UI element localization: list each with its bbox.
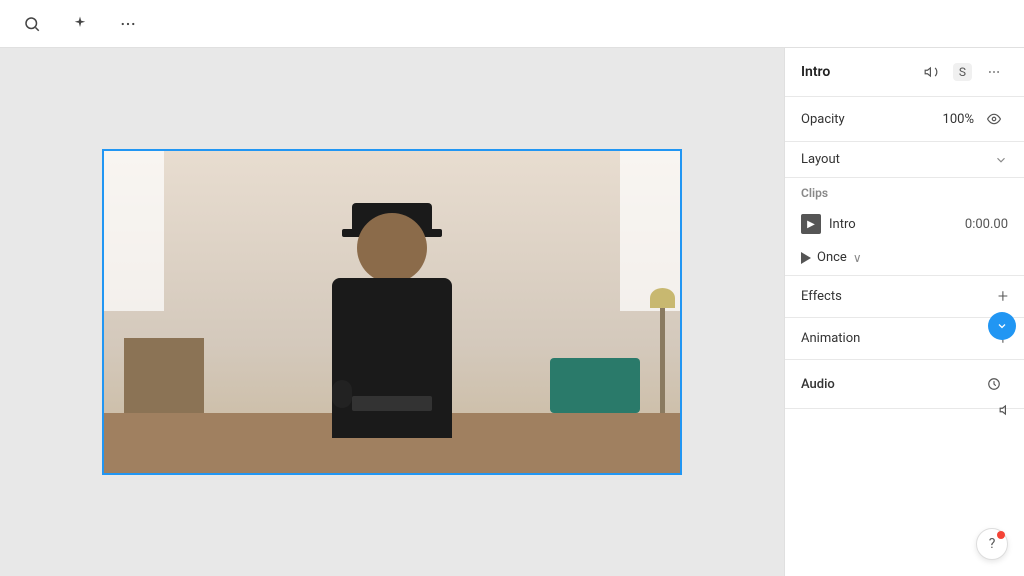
audio-icon[interactable] [917,58,945,86]
opacity-value-group: 100% [943,105,1008,133]
header-icons: S [917,58,1008,86]
intro-title: Intro [801,64,830,80]
play-triangle-icon [801,252,811,264]
audio-volume-icon[interactable] [992,396,1020,424]
help-label: ? [989,536,996,552]
help-button[interactable]: ? [976,528,1008,560]
clip-row[interactable]: ▶ Intro 0:00.00 [785,204,1024,244]
canvas-area [0,48,784,576]
opacity-label: Opacity [801,112,845,127]
clip-thumbnail-icon: ▶ [801,214,821,234]
layout-label: Layout [801,152,840,167]
once-label: Once [817,250,847,265]
clip-time: 0:00.00 [965,217,1008,232]
sparkle-icon[interactable] [64,8,96,40]
clips-label: Clips [801,186,828,200]
eye-icon[interactable] [980,105,1008,133]
effects-row[interactable]: Effects + [785,276,1024,318]
chevron-down-icon [994,153,1008,167]
audio-clock-icon[interactable] [980,370,1008,398]
opacity-row: Opacity 100% [785,97,1024,142]
clips-section: Clips ▶ Intro 0:00.00 Once ∨ [785,178,1024,276]
more-menu-icon[interactable] [112,8,144,40]
search-icon[interactable] [16,8,48,40]
clips-header: Clips [785,178,1024,204]
more-options-icon[interactable] [980,58,1008,86]
main-area: Intro S Opacity 100% [0,48,1024,576]
once-row[interactable]: Once ∨ [785,244,1024,275]
intro-header: Intro S [785,48,1024,97]
effects-label: Effects [801,289,842,304]
video-preview[interactable] [102,149,682,475]
effects-add-icon[interactable]: + [998,286,1008,307]
top-toolbar [0,0,1024,48]
scroll-down-button[interactable] [988,312,1016,340]
opacity-value: 100% [943,112,974,127]
layout-row[interactable]: Layout [785,142,1024,178]
animation-label: Animation [801,331,860,346]
clip-name: Intro [829,217,957,232]
once-chevron-icon: ∨ [853,251,862,265]
s-badge: S [953,63,972,81]
right-panel: Intro S Opacity 100% [784,48,1024,576]
audio-label: Audio [801,377,835,392]
notification-dot [997,531,1005,539]
audio-row[interactable]: Audio Audio repair [785,360,1024,409]
